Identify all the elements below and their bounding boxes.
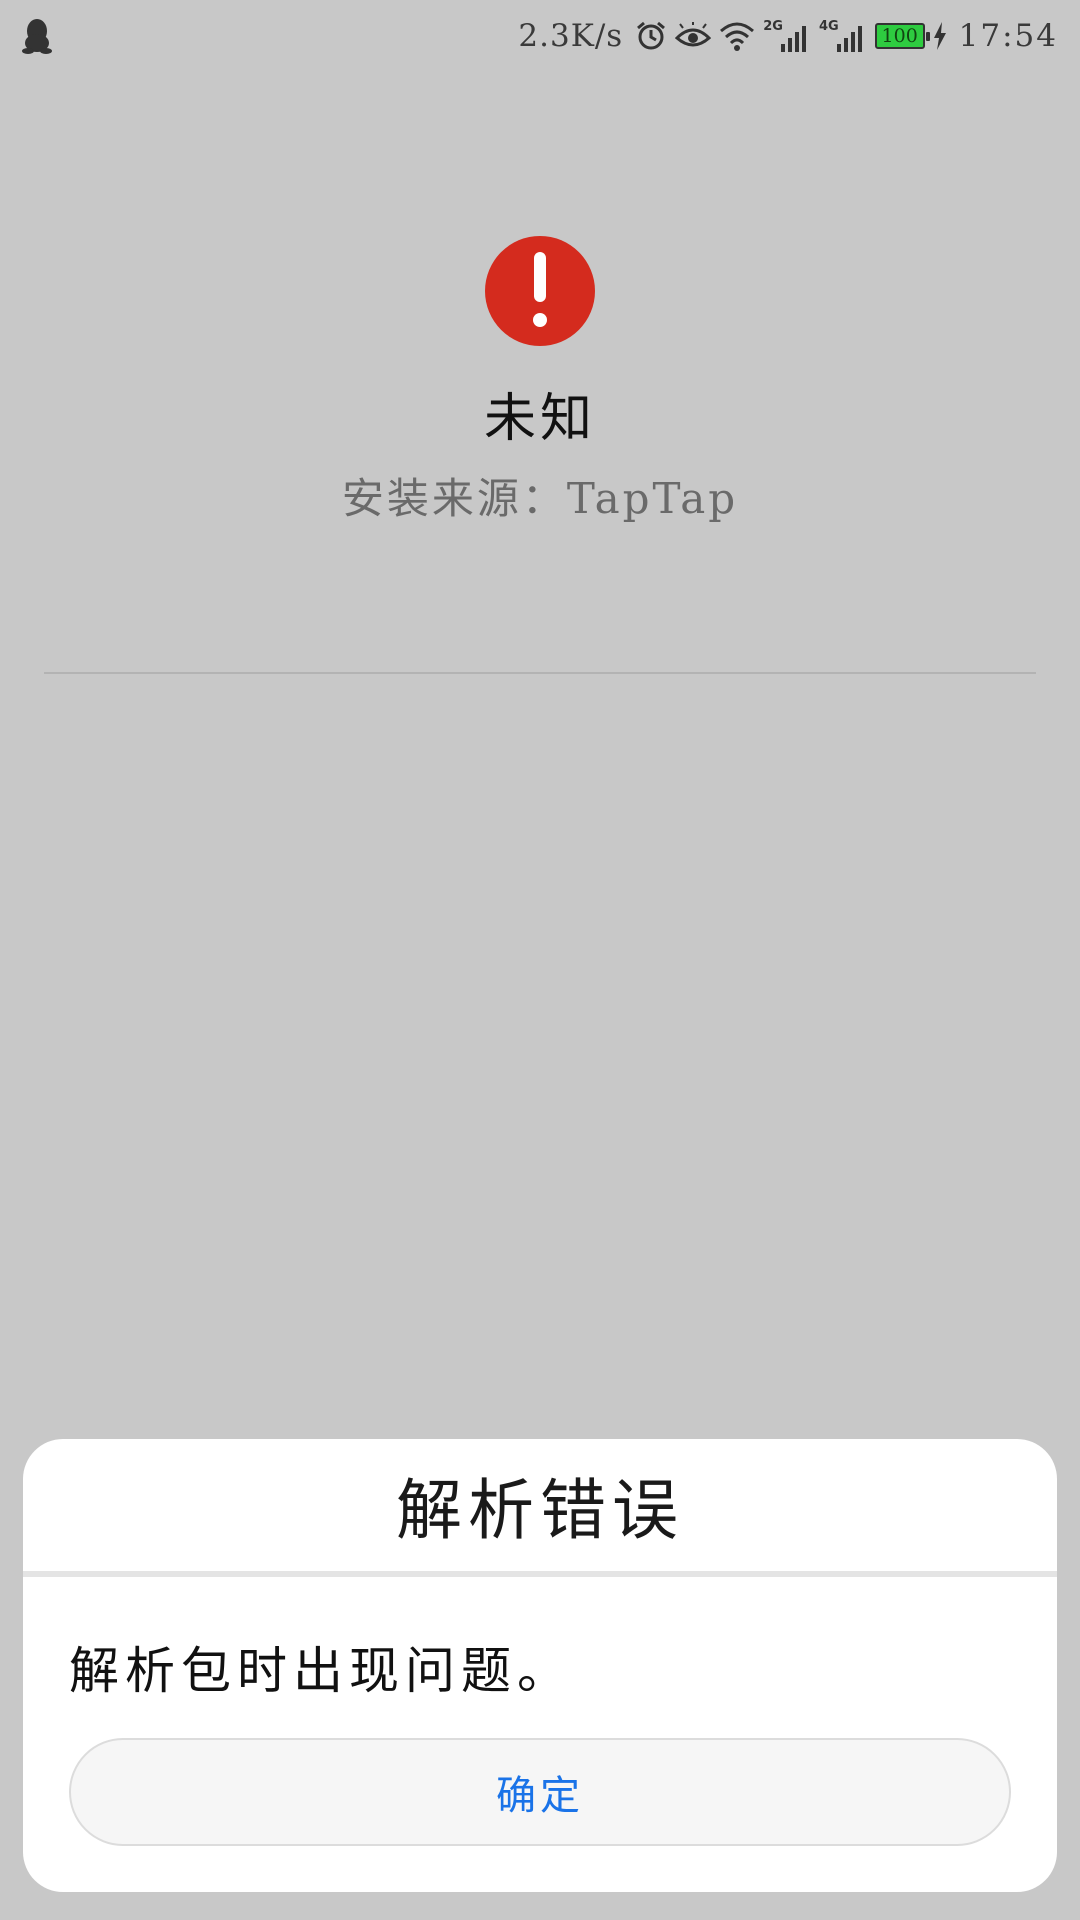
network-type-2g: 2G <box>763 18 783 34</box>
clock: 17:54 <box>958 18 1058 54</box>
divider <box>44 672 1036 674</box>
confirm-button[interactable]: 确定 <box>69 1738 1011 1846</box>
dialog-message: 解析包时出现问题。 <box>69 1642 573 1700</box>
install-source: 安装来源：TapTap <box>341 474 739 523</box>
alarm-icon <box>635 20 667 52</box>
charging-icon <box>933 22 947 50</box>
eye-icon <box>675 22 712 50</box>
signal-4g-icon: 4G <box>818 18 867 52</box>
battery-icon: 100 <box>874 23 930 49</box>
dialog-title: 解析错误 <box>396 1472 684 1549</box>
signal-2g-icon: 2G <box>763 18 811 52</box>
app-header: 未知 安装来源：TapTap <box>0 236 1080 526</box>
qq-penguin-icon <box>22 18 52 54</box>
parse-error-dialog: 解析错误 解析包时出现问题。 确定 <box>23 1439 1057 1892</box>
status-bar: 2.3K/s 2G 4G 100 17:54 <box>0 0 1080 72</box>
wifi-icon <box>719 21 755 51</box>
error-exclamation-icon <box>485 236 595 346</box>
battery-level: 100 <box>881 25 918 47</box>
app-name: 未知 <box>483 389 596 449</box>
network-speed: 2.3K/s <box>518 18 624 54</box>
installer-screen: 2.3K/s 2G 4G 100 17:54 未知 安装来源：TapTap 解析… <box>0 0 1080 1920</box>
network-type-4g: 4G <box>818 18 839 34</box>
confirm-button-label: 确定 <box>496 1773 584 1819</box>
